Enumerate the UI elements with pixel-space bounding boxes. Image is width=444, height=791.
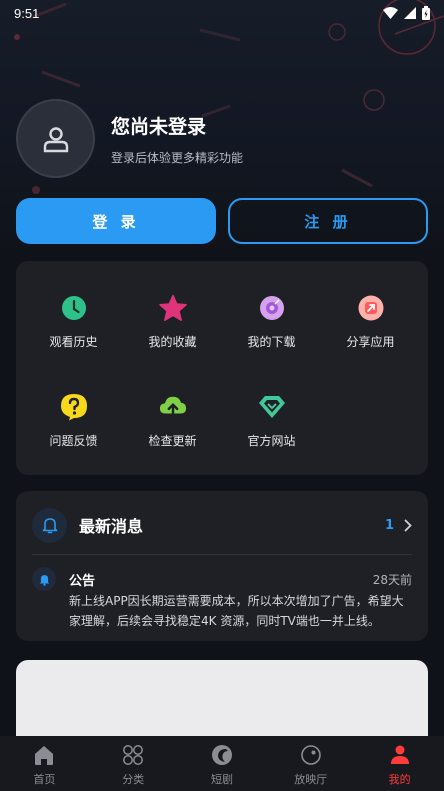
auth-buttons: 登 录 注 册 — [16, 198, 428, 244]
battery-icon — [422, 6, 430, 20]
home-icon — [35, 746, 54, 765]
grid-label: 检查更新 — [148, 434, 197, 448]
nav-label: 分类 — [122, 773, 145, 786]
status-bar: 9:51 — [0, 0, 444, 26]
notice-title: 公告 — [69, 573, 96, 589]
nav-label: 我的 — [388, 773, 411, 786]
download-icon — [259, 296, 284, 320]
profile-icon — [390, 745, 409, 764]
divider — [32, 554, 412, 555]
profile-section[interactable]: 您尚未登录 登录后体验更多精彩功能 — [16, 99, 243, 178]
nav-item-profile[interactable]: 我的 — [355, 736, 444, 791]
category-icon — [123, 745, 144, 765]
messages-title: 最新消息 — [79, 517, 144, 536]
avatar[interactable] — [16, 99, 95, 178]
grid-item-downloads[interactable]: 我的下载 — [222, 294, 321, 350]
short-drama-icon — [211, 745, 232, 765]
grid-item-official-website[interactable]: 官方网站 — [222, 393, 321, 449]
bottom-navigation: 首页 分类 短剧 放映厅 我的 — [0, 736, 444, 791]
notice-time: 28天前 — [372, 572, 412, 587]
grid-label: 问题反馈 — [49, 434, 98, 448]
grid-item-feedback[interactable]: 问题反馈 — [24, 393, 123, 449]
bell-icon — [42, 518, 57, 534]
status-time: 9:51 — [14, 5, 40, 21]
theater-icon — [300, 745, 321, 765]
cloud-upload-icon — [159, 396, 186, 419]
notice-header[interactable]: 公告 28天前 — [32, 567, 412, 591]
register-button[interactable]: 注 册 — [228, 198, 428, 244]
grid-item-watch-history[interactable]: 观看历史 — [24, 294, 123, 350]
diamond-icon — [258, 396, 285, 418]
nav-item-category[interactable]: 分类 — [89, 736, 178, 791]
nav-item-home[interactable]: 首页 — [0, 736, 89, 791]
notice-bell-container — [32, 567, 56, 591]
grid-label: 我的收藏 — [148, 335, 197, 349]
bell-icon — [39, 574, 49, 586]
nav-label: 首页 — [33, 773, 56, 786]
grid-item-favorites[interactable]: 我的收藏 — [123, 294, 222, 350]
grid-label: 官方网站 — [247, 434, 296, 448]
star-icon — [158, 294, 187, 321]
user-icon — [43, 126, 68, 152]
messages-card: 最新消息 1 公告 28天前 新上线APP因长期运营需要成本，所以本次增加了广告… — [16, 491, 428, 641]
grid-item-share-app[interactable]: 分享应用 — [321, 294, 420, 350]
grid-label: 我的下载 — [247, 335, 296, 349]
login-status-subtitle: 登录后体验更多精彩功能 — [111, 150, 244, 165]
grid-item-check-update[interactable]: 检查更新 — [123, 393, 222, 449]
nav-label: 放映厅 — [294, 773, 328, 786]
wifi-icon — [383, 7, 398, 19]
chevron-right-icon[interactable] — [404, 519, 412, 532]
nav-item-short-drama[interactable]: 短剧 — [178, 736, 267, 791]
signal-icon — [404, 7, 416, 19]
grid-label: 分享应用 — [346, 335, 395, 349]
clock-icon — [61, 296, 86, 320]
messages-count-badge: 1 — [384, 517, 394, 533]
login-status-title: 您尚未登录 — [111, 115, 207, 138]
messages-header[interactable]: 最新消息 1 — [32, 507, 412, 543]
status-icons — [383, 6, 430, 20]
nav-label: 短剧 — [210, 773, 233, 786]
bell-icon-container — [32, 507, 67, 543]
grid-label: 观看历史 — [49, 335, 98, 349]
nav-item-theater[interactable]: 放映厅 — [266, 736, 355, 791]
question-icon — [60, 394, 87, 421]
feature-grid: 观看历史 我的收藏 我的下载 分享应用 问题反馈 检查更新 官方网站 — [16, 261, 428, 475]
notice-body: 新上线APP因长期运营需要成本，所以本次增加了广告，希望大家理解，后续会寻找稳定… — [69, 594, 404, 628]
login-button[interactable]: 登 录 — [16, 198, 216, 244]
share-icon — [358, 295, 383, 321]
